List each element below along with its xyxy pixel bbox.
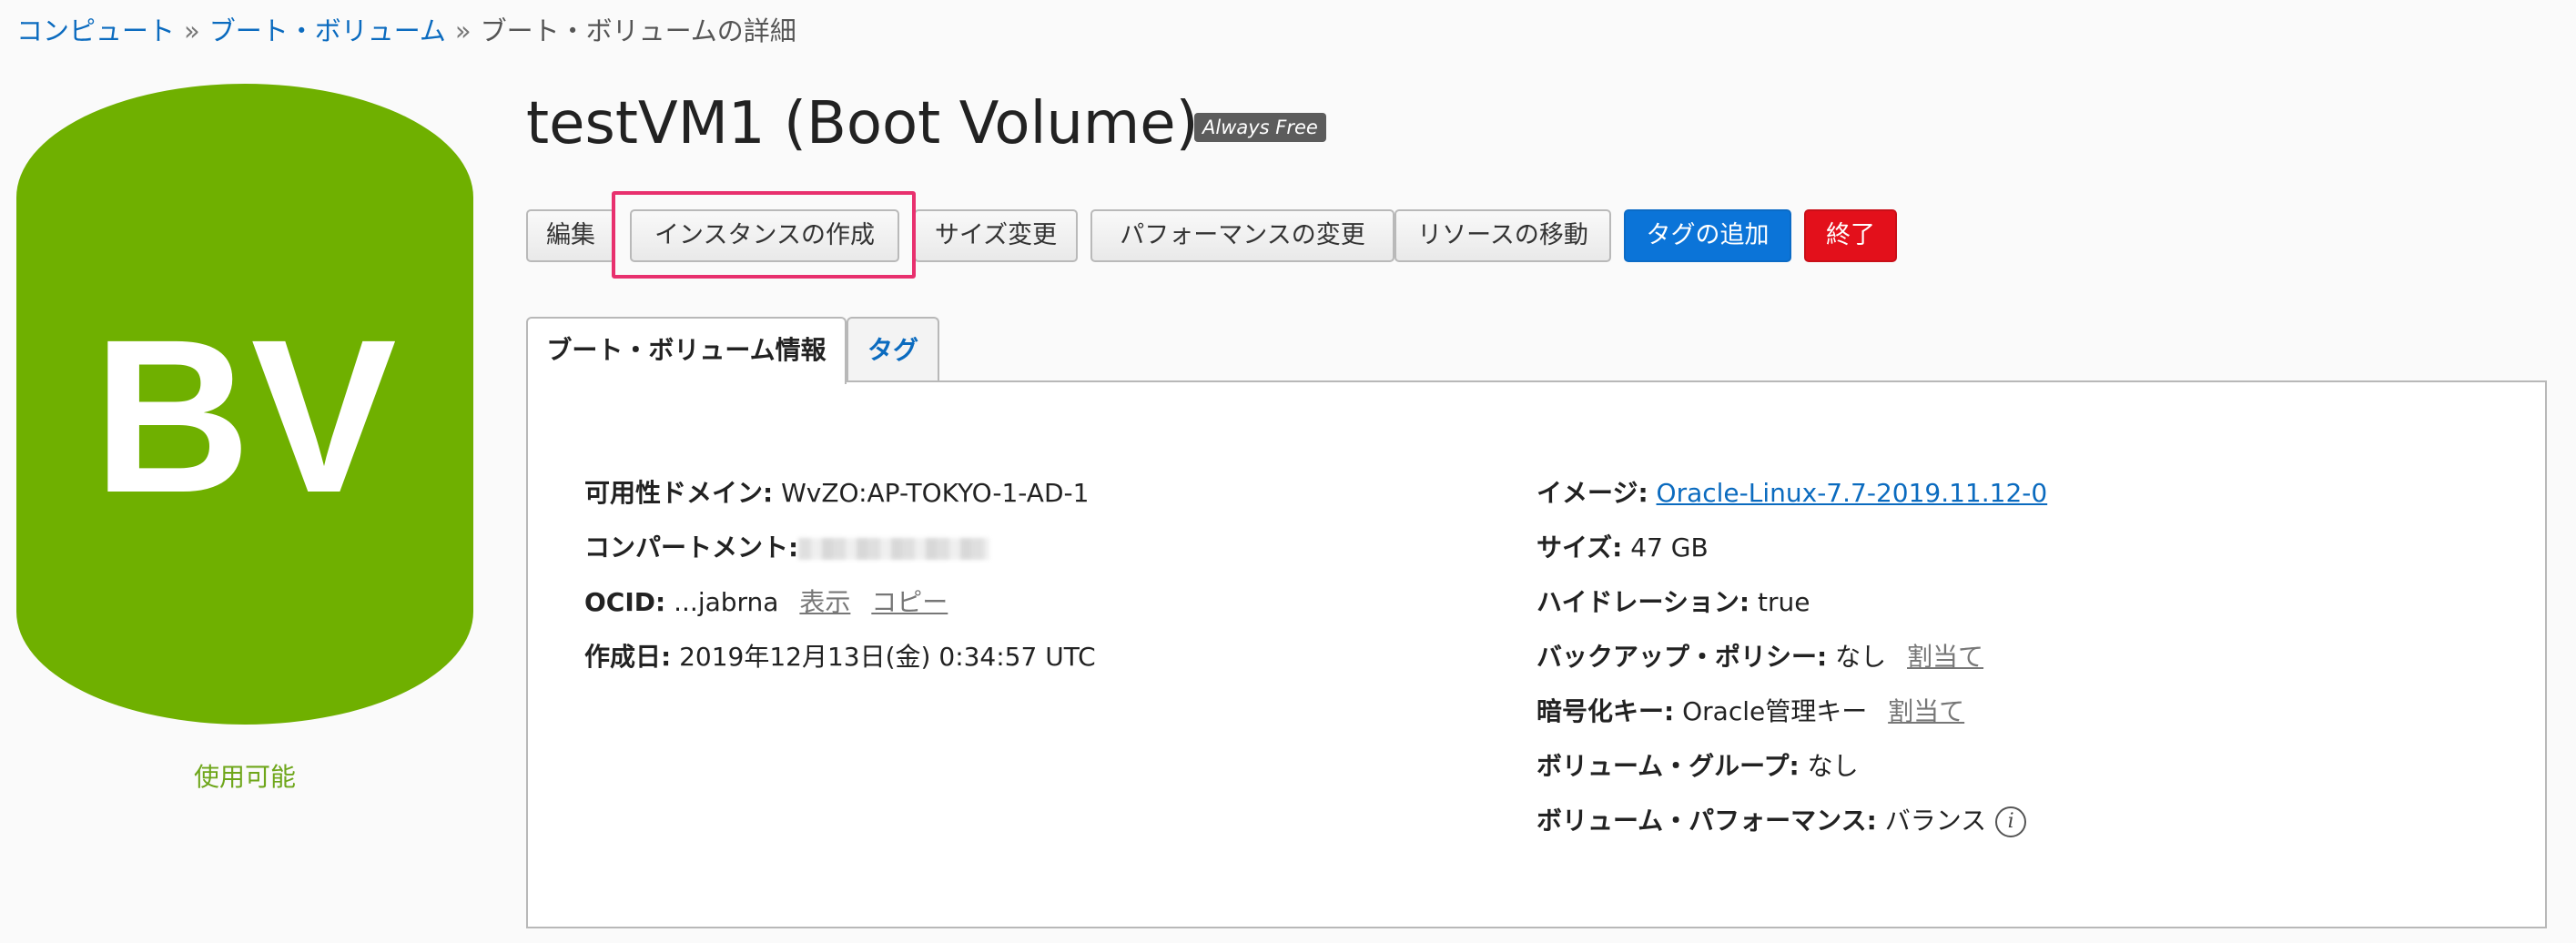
encryption-key-row: 暗号化キー: Oracle管理キー 割当て (1536, 684, 2047, 739)
size-row: サイズ: 47 GB (1536, 521, 2047, 575)
availability-domain-row: 可用性ドメイン: WvZO:AP-TOKYO-1-AD-1 (584, 466, 1096, 521)
volume-group-row: ボリューム・グループ: なし (1536, 739, 2047, 794)
ocid-row: OCID: ...jabrna 表示 コピー (584, 575, 1096, 630)
tab-boot-volume-info[interactable]: ブート・ボリューム情報 (526, 317, 847, 384)
move-resource-button[interactable]: リソースの移動 (1394, 209, 1611, 262)
change-performance-button[interactable]: パフォーマンスの変更 (1090, 209, 1394, 262)
backup-policy-value: なし (1835, 642, 1887, 672)
backup-policy-row: バックアップ・ポリシー: なし 割当て (1536, 630, 2047, 684)
created-row: 作成日: 2019年12月13日(金) 0:34:57 UTC (584, 630, 1096, 684)
info-icon[interactable]: i (1995, 806, 2027, 837)
image-row: イメージ: Oracle-Linux-7.7-2019.11.12-0 (1536, 466, 2047, 521)
breadcrumb-separator: » (454, 15, 472, 46)
breadcrumb: コンピュート » ブート・ボリューム » ブート・ボリュームの詳細 (16, 11, 796, 51)
details-panel: 可用性ドメイン: WvZO:AP-TOKYO-1-AD-1 コンパートメント: … (526, 380, 2547, 928)
boot-volume-icon-text: BV (93, 294, 396, 538)
status-text: 使用可能 (193, 762, 296, 792)
volume-group-label: ボリューム・グループ: (1536, 751, 1800, 781)
volume-performance-row: ボリューム・パフォーマンス: バランス i (1536, 794, 2047, 848)
boot-volume-icon-area: BV 使用可能 (16, 84, 473, 792)
breadcrumb-compute[interactable]: コンピュート (16, 15, 175, 46)
backup-policy-assign-link[interactable]: 割当て (1907, 642, 1983, 672)
breadcrumb-current: ブート・ボリュームの詳細 (480, 15, 796, 46)
edit-button[interactable]: 編集 (526, 209, 615, 262)
hydration-value: true (1758, 587, 1810, 617)
details-left-column: 可用性ドメイン: WvZO:AP-TOKYO-1-AD-1 コンパートメント: … (584, 466, 1096, 684)
created-label: 作成日: (584, 642, 672, 672)
hydration-row: ハイドレーション: true (1536, 575, 2047, 630)
ocid-copy-link[interactable]: コピー (871, 587, 948, 617)
boot-volume-icon: BV (16, 84, 473, 725)
encryption-key-assign-link[interactable]: 割当て (1888, 696, 1964, 726)
compartment-value-redacted (798, 538, 990, 560)
backup-policy-label: バックアップ・ポリシー: (1536, 642, 1828, 672)
add-tags-button[interactable]: タグの追加 (1624, 209, 1791, 262)
volume-group-value: なし (1807, 751, 1859, 781)
highlight-box (612, 191, 916, 279)
breadcrumb-boot-volumes[interactable]: ブート・ボリューム (209, 15, 446, 46)
created-value: 2019年12月13日(金) 0:34:57 UTC (679, 642, 1096, 672)
terminate-button[interactable]: 終了 (1804, 209, 1897, 262)
ocid-value: ...jabrna (674, 587, 779, 617)
availability-domain-value: WvZO:AP-TOKYO-1-AD-1 (781, 478, 1090, 508)
details-right-column: イメージ: Oracle-Linux-7.7-2019.11.12-0 サイズ:… (1536, 466, 2047, 848)
encryption-key-label: 暗号化キー: (1536, 696, 1675, 726)
volume-performance-label: ボリューム・パフォーマンス: (1536, 806, 1877, 836)
compartment-label: コンパートメント: (584, 532, 799, 563)
breadcrumb-separator: » (184, 15, 200, 46)
size-label: サイズ: (1536, 532, 1623, 563)
size-value: 47 GB (1630, 532, 1709, 563)
volume-performance-value: バランス (1884, 806, 1987, 836)
resize-button[interactable]: サイズ変更 (914, 209, 1078, 262)
ocid-show-link[interactable]: 表示 (799, 587, 850, 617)
page-title: testVM1 (Boot Volume) (526, 90, 1199, 157)
always-free-badge: Always Free (1194, 113, 1326, 142)
hydration-label: ハイドレーション: (1536, 587, 1750, 617)
image-label: イメージ: (1536, 478, 1648, 508)
image-link[interactable]: Oracle-Linux-7.7-2019.11.12-0 (1657, 478, 2048, 508)
encryption-key-value: Oracle管理キー (1682, 696, 1868, 726)
availability-domain-label: 可用性ドメイン: (584, 478, 774, 508)
compartment-row: コンパートメント: (584, 521, 1096, 575)
tab-tags[interactable]: タグ (847, 317, 939, 382)
ocid-label: OCID: (584, 587, 666, 617)
